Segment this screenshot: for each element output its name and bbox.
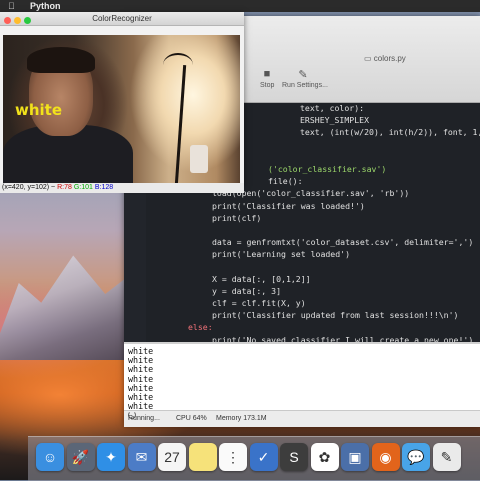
- code-line[interactable]: clf = clf.fit(X, y): [124, 297, 480, 309]
- pixel-readout: (x=420, y=102) ~ R:78 G:101 B:128: [0, 183, 244, 193]
- firefox-icon[interactable]: ◉: [371, 443, 400, 471]
- code-line[interactable]: else:: [124, 321, 480, 333]
- code-line[interactable]: data = genfromtxt('color_dataset.csv', d…: [124, 236, 480, 248]
- editor-status-bar: Running... CPU 64% Memory 173.1M: [124, 410, 480, 427]
- code-text: clf = clf.fit(X, y): [212, 298, 306, 308]
- console-line: white: [128, 391, 154, 402]
- stop-button[interactable]: Stop: [260, 82, 274, 89]
- window-titlebar[interactable]: ColorRecognizer: [0, 12, 244, 26]
- code-text: print('Classifier was loaded!'): [212, 200, 365, 211]
- running-label: Running...: [128, 415, 160, 422]
- code-text: print('Classifier updated from last sess…: [212, 310, 459, 321]
- notes-icon[interactable]: [188, 443, 217, 471]
- code-text: print(clf): [212, 212, 262, 223]
- code-line[interactable]: print('Learning set loaded'): [124, 248, 480, 260]
- person-hair: [27, 47, 95, 73]
- app-store-icon[interactable]: ✓: [249, 443, 278, 471]
- bottle-cap: [190, 145, 208, 173]
- image-capture-icon[interactable]: ▣: [341, 443, 369, 471]
- pixel-b: B:128: [94, 184, 114, 191]
- safari-icon[interactable]: ✦: [97, 443, 125, 471]
- code-line[interactable]: print('No saved classifier I will create…: [124, 334, 480, 342]
- finder-icon[interactable]: ☺: [36, 443, 64, 471]
- code-text: X = data[:, [0,1,2]]: [212, 273, 311, 284]
- messages-icon[interactable]: 💬: [402, 443, 430, 471]
- cpu-usage: CPU 64%: [176, 415, 207, 422]
- code-text: data = genfromtxt('color_dataset.csv', d…: [212, 237, 474, 248]
- pixel-r: R:78: [57, 184, 72, 191]
- code-text: y = data[:, 3]: [212, 285, 282, 296]
- code-line[interactable]: print(clf): [124, 212, 480, 224]
- pixel-g: G:101: [73, 184, 93, 191]
- minimize-icon[interactable]: [14, 17, 21, 24]
- app-menu-python[interactable]: Python: [30, 0, 61, 12]
- calendar-icon[interactable]: 27: [158, 443, 186, 471]
- zoom-icon[interactable]: [24, 17, 31, 24]
- wrench-icon[interactable]: ✎: [296, 68, 310, 82]
- console-line: white: [128, 355, 154, 366]
- console-line: white: [128, 373, 154, 384]
- close-icon[interactable]: [4, 17, 11, 24]
- lamp-stem: [174, 65, 187, 183]
- memory-usage: Memory 173.1M: [216, 415, 267, 422]
- code-text: else:: [188, 322, 213, 333]
- console-line: white: [128, 382, 154, 393]
- sublime-icon[interactable]: S: [280, 443, 308, 471]
- detected-color-label: white: [15, 101, 63, 119]
- menu-bar:  Python: [0, 0, 480, 12]
- code-line[interactable]: print('Classifier updated from last sess…: [124, 309, 480, 321]
- pixel-coords: (x=420, y=102) ~: [2, 184, 56, 191]
- code-text: print('No saved classifier I will create…: [212, 334, 474, 342]
- photos-icon[interactable]: ✿: [310, 443, 339, 471]
- code-text: print('Learning set loaded'): [212, 249, 351, 260]
- reminders-icon[interactable]: ⋮: [219, 443, 247, 471]
- code-line[interactable]: print('Classifier was loaded!'): [124, 200, 480, 212]
- apple-menu-icon[interactable]: : [8, 0, 18, 12]
- run-settings-button[interactable]: Run Settings...: [282, 82, 328, 89]
- preview-icon[interactable]: ✉: [127, 443, 156, 471]
- console-output[interactable]: white white white white white white white: [124, 342, 480, 416]
- console-line: white: [128, 364, 154, 375]
- lamp-head: [163, 53, 193, 77]
- camera-feed[interactable]: white: [3, 35, 240, 183]
- code-line[interactable]: y = data[:, 3]: [124, 285, 480, 297]
- window-title: ColorRecognizer: [92, 14, 152, 23]
- code-line[interactable]: [124, 260, 480, 272]
- file-tab-title[interactable]: ▭ colors.py: [364, 54, 406, 63]
- file-name: colors.py: [373, 54, 406, 63]
- dock: ☺ 🚀 ✦ ✉ 27 ⋮ ✓ S ✿ ▣ ◉ 💬 ✎: [28, 436, 480, 481]
- code-line[interactable]: [124, 224, 480, 236]
- color-recognizer-window: ColorRecognizer white (x=420, y=102) ~ R…: [0, 12, 244, 193]
- code-line[interactable]: X = data[:, [0,1,2]]: [124, 273, 480, 285]
- stop-icon[interactable]: ■: [260, 68, 274, 82]
- console-line: white: [128, 346, 154, 356]
- textedit-icon[interactable]: ✎: [432, 443, 461, 471]
- launchpad-icon[interactable]: 🚀: [66, 443, 95, 471]
- traffic-lights: [4, 15, 34, 28]
- file-icon: ▭: [364, 54, 374, 63]
